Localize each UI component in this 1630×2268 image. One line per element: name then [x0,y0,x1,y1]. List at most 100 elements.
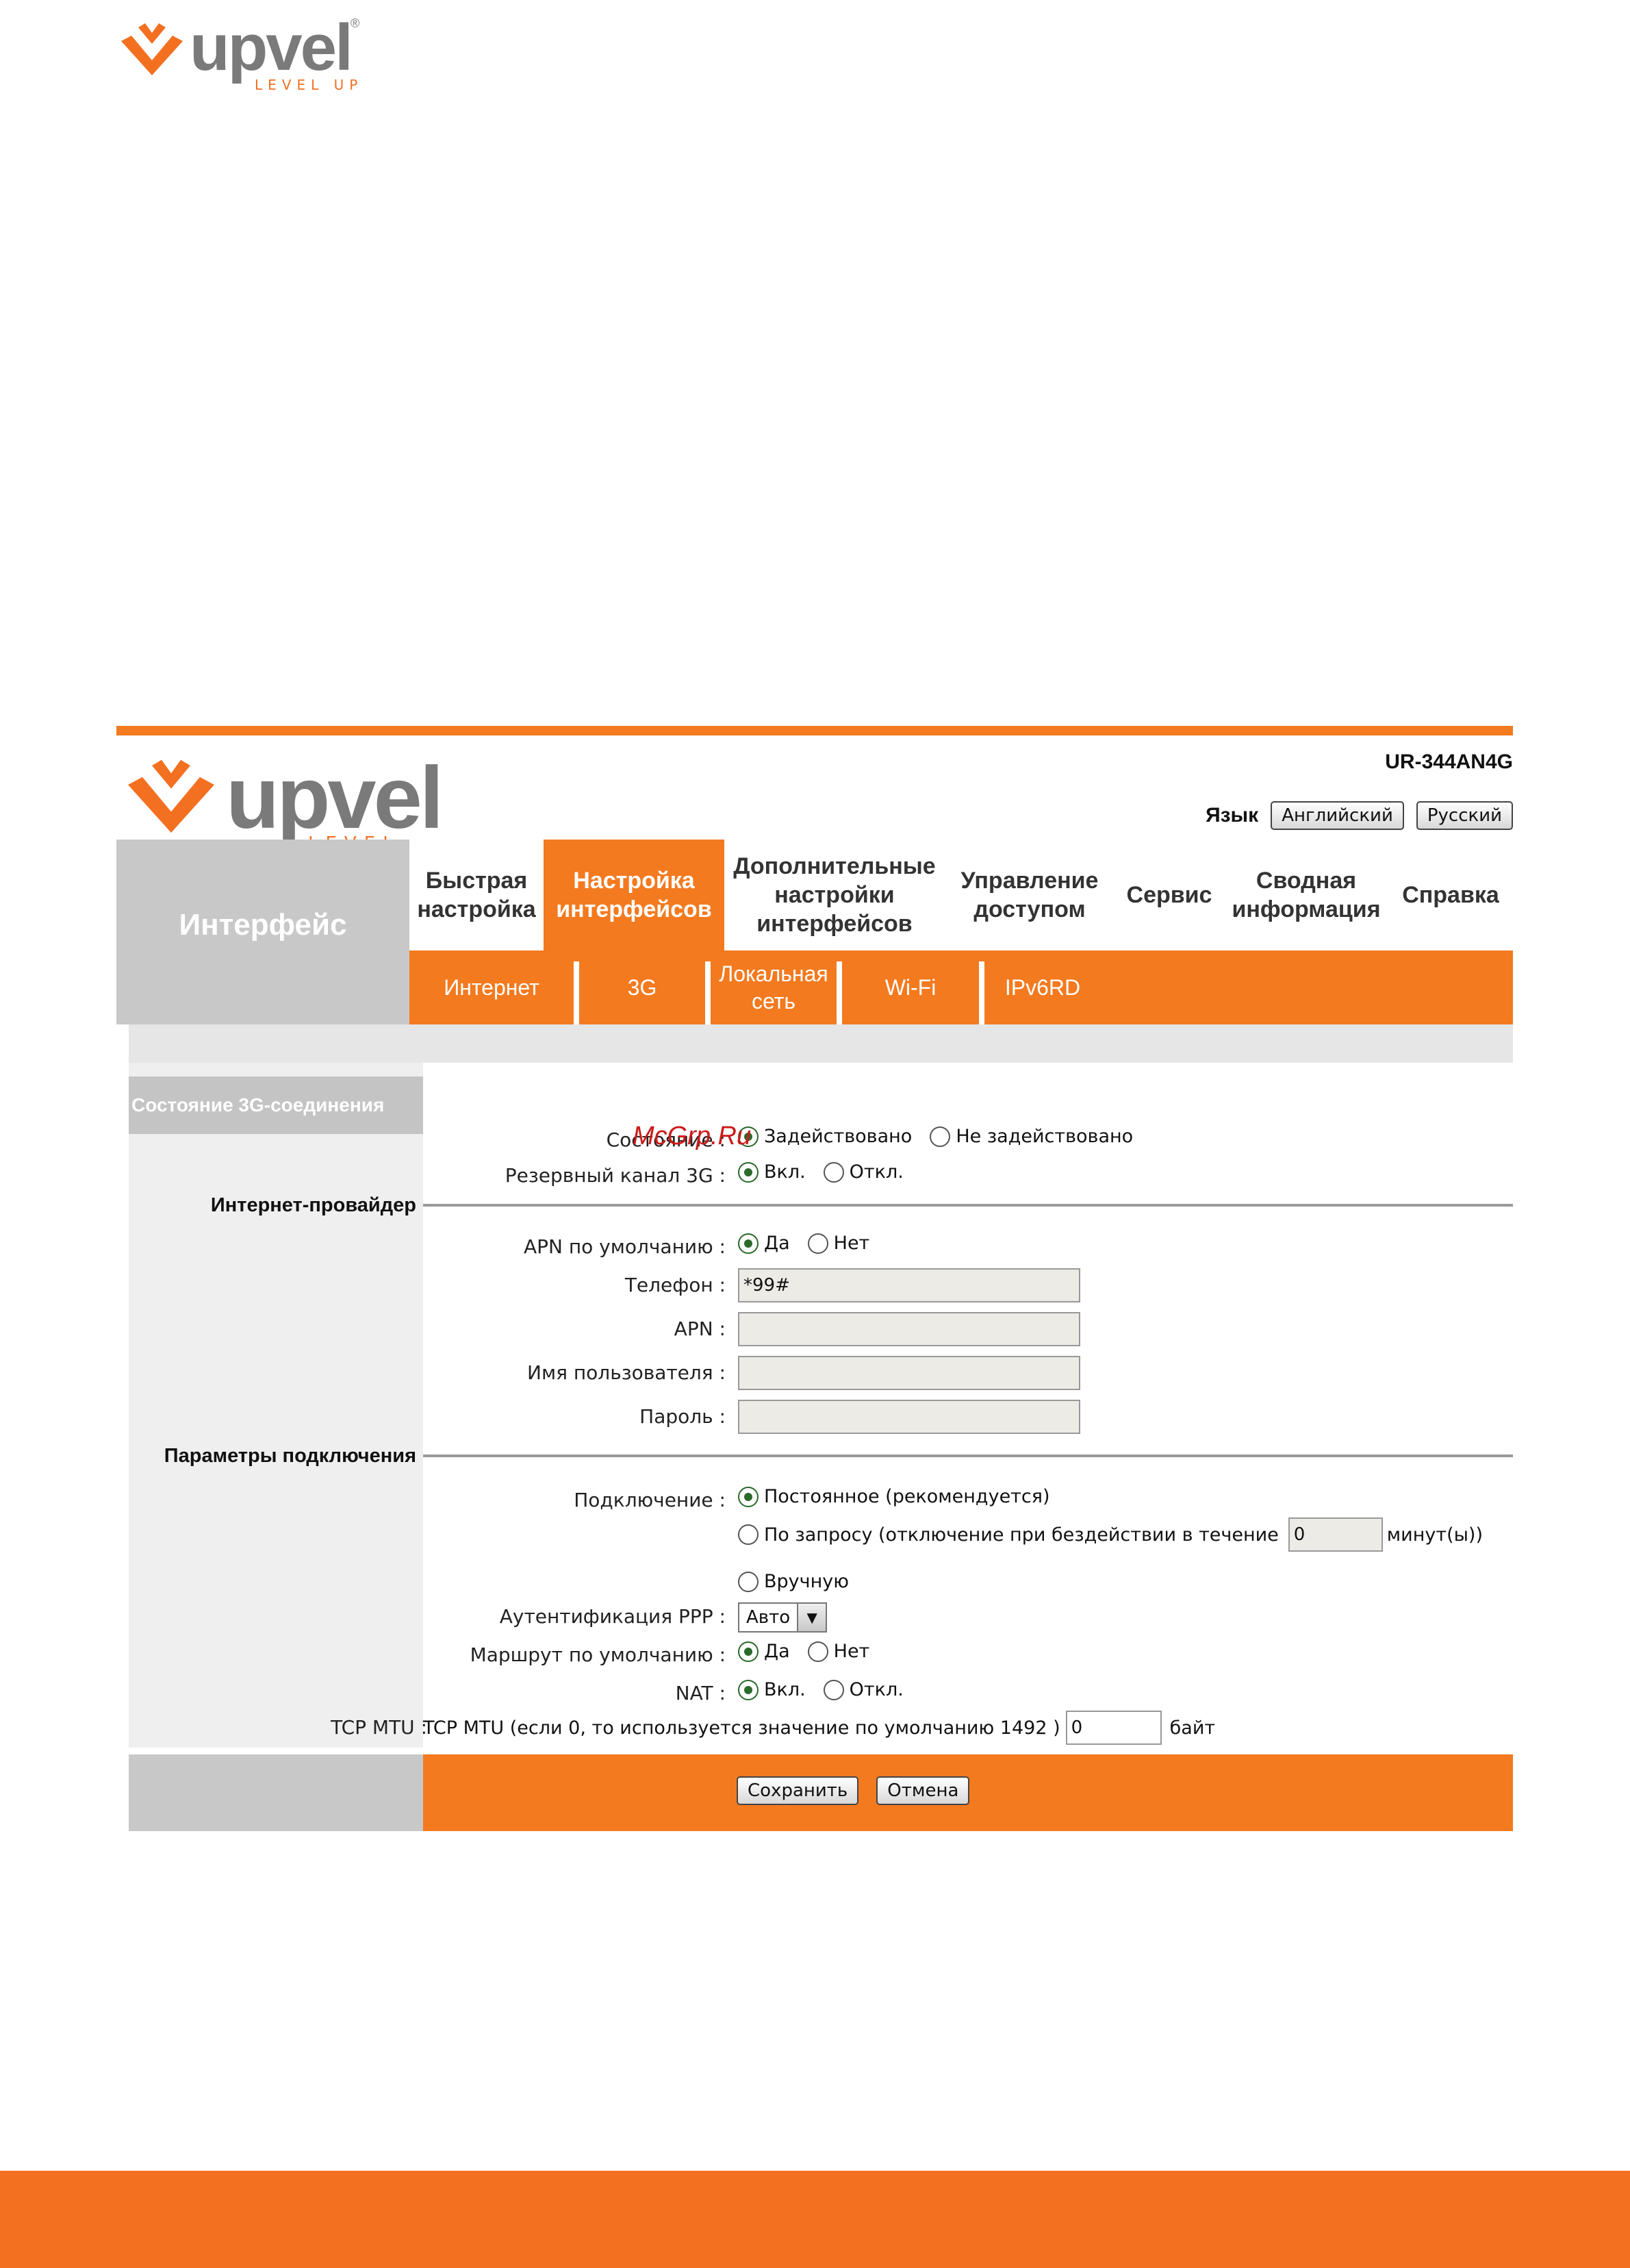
password-input[interactable] [738,1400,1080,1434]
nat-off-radio[interactable] [823,1679,844,1700]
save-button[interactable]: Сохранить [737,1776,859,1805]
language-switcher: Язык Английский Русский [1206,801,1513,830]
default-route-label: Маршрут по умолчанию : [470,1643,726,1666]
isp-section-label: Интернет-провайдер [210,1194,416,1216]
connection-always-label: Постоянное (рекомендуется) [764,1486,1050,1507]
russian-language-button[interactable]: Русский [1416,801,1513,830]
password-row: Пароль : [423,1400,1513,1438]
tcp-mtu-input[interactable]: 0 [1065,1711,1162,1745]
backup-off-label: Откл. [849,1161,904,1183]
language-label: Язык [1206,804,1259,827]
state-disabled-label: Не задействовано [956,1126,1134,1147]
nav-item-interface-setup[interactable]: Настройка интерфейсов [544,840,724,950]
connection-manual-row: Вручную [423,1561,1513,1596]
default-route-yes-label: Да [764,1641,790,1662]
model-name: UR-344AN4G [1385,751,1513,773]
subnav-separator [574,961,579,1024]
apn-default-yes-radio[interactable] [738,1233,759,1254]
default-route-yes-radio[interactable] [738,1641,759,1662]
nav-item-quick-setup[interactable]: Быстрая настройка [409,840,544,950]
nav-item-help[interactable]: Справка [1388,840,1513,950]
phone-label: Телефон : [624,1274,726,1296]
header-logo: upvel LEVEL UP [123,748,444,874]
nat-label: NAT : [675,1682,726,1704]
sub-nav: Интернет 3G Локальная сеть Wi-Fi IPv6RD [409,950,1513,1024]
username-input[interactable] [738,1356,1080,1390]
cancel-button[interactable]: Отмена [876,1776,970,1805]
tcp-mtu-row: TCP MTU : TCP MTU (если 0, то использует… [331,1711,1513,1749]
ppp-auth-row: Аутентификация PPP : Авто ▼ [423,1600,1513,1634]
nat-on-label: Вкл. [764,1679,806,1700]
apn-default-yes-label: Да [764,1233,790,1254]
state-enabled-label: Задействовано [764,1126,913,1147]
ppp-auth-select[interactable]: Авто ▼ [738,1602,828,1633]
tcp-mtu-label: TCP MTU : [331,1716,427,1739]
brand-wordmark: upvel [226,749,444,847]
state-disabled-radio[interactable] [930,1126,951,1147]
nat-on-radio[interactable] [738,1679,759,1700]
default-route-no-radio[interactable] [807,1641,828,1662]
footer-left-panel [129,1754,423,1831]
nav-item-summary[interactable]: Сводная информация [1224,840,1388,950]
connection-divider [423,1454,1513,1457]
nat-row: NAT : Вкл. Откл. [423,1676,1513,1711]
router-ui-screenshot: upvel LEVEL UP UR-344AN4G Язык Английски… [116,726,1513,1835]
top-accent-bar [116,726,1513,735]
content-top-strip [129,1024,1513,1063]
subnav-separator [979,961,984,1024]
upvel-logo-icon [128,759,214,833]
username-label: Имя пользователя : [527,1361,726,1384]
english-language-button[interactable]: Английский [1271,801,1404,830]
form-footer: Сохранить Отмена [423,1754,1513,1831]
phone-row: Телефон : *99# [423,1268,1513,1307]
tab-internet[interactable]: Интернет [409,950,574,1024]
apn-label: APN : [674,1318,726,1340]
main-nav: Быстрая настройка Настройка интерфейсов … [409,840,1513,950]
connection-demand-radio[interactable] [738,1524,759,1545]
tab-3g[interactable]: 3G [579,950,705,1024]
nav-item-advanced-setup[interactable]: Дополнительные настройки интерфейсов [724,840,945,950]
backup-on-radio[interactable] [738,1161,759,1183]
apn-default-row: APN по умолчанию : Да Нет [423,1230,1513,1264]
default-route-no-label: Нет [833,1641,870,1662]
tab-ipv6rd[interactable]: IPv6RD [984,950,1101,1024]
idle-timeout-input[interactable]: 0 [1288,1517,1383,1552]
nav-item-access-management[interactable]: Управление доступом [945,840,1115,950]
document-logo: upvel ® LEVEL UP [118,11,364,93]
connection-demand-label: По запросу (отключение при бездействии в… [764,1524,1279,1546]
tab-lan[interactable]: Локальная сеть [711,950,837,1024]
nav-item-service[interactable]: Сервис [1115,840,1224,950]
status-section-tab: Состояние 3G-соединения [129,1076,423,1134]
nav-section-title: Интерфейс [179,908,347,942]
connection-always-radio[interactable] [738,1486,759,1507]
connection-manual-radio[interactable] [738,1571,759,1592]
tab-wifi[interactable]: Wi-Fi [842,950,979,1024]
apn-default-no-radio[interactable] [807,1233,828,1254]
backup-3g-row: Резервный канал 3G : Вкл. Откл. [423,1159,1513,1193]
ppp-auth-value: Авто [746,1607,791,1628]
apn-default-label: APN по умолчанию : [523,1235,726,1258]
connection-demand-row: По запросу (отключение при бездействии в… [423,1513,1513,1554]
registered-mark: ® [351,16,360,30]
apn-input[interactable] [738,1312,1080,1346]
subnav-separator [705,961,711,1024]
username-row: Имя пользователя : [423,1356,1513,1394]
connection-label: Подключение : [574,1489,726,1511]
brand-tagline: LEVEL UP [255,77,364,93]
tcp-mtu-unit: байт [1169,1717,1216,1739]
ppp-auth-label: Аутентификация PPP : [499,1605,726,1628]
upvel-logo-icon [121,23,183,75]
backup-on-label: Вкл. [764,1161,806,1183]
tcp-mtu-hint: TCP MTU (если 0, то используется значени… [423,1717,1060,1739]
idle-timeout-unit: минут(ы)) [1386,1524,1483,1546]
nav-section-panel: Интерфейс [116,840,409,1024]
brand-wordmark: upvel [190,11,353,84]
backup-off-radio[interactable] [823,1161,844,1183]
apn-default-no-label: Нет [833,1233,870,1254]
phone-input[interactable]: *99# [738,1268,1080,1302]
apn-row: APN : [423,1312,1513,1350]
watermark: McGrp.Ru [633,1122,752,1150]
connection-section-label: Параметры подключения [164,1445,416,1467]
isp-divider [423,1204,1513,1207]
chevron-down-icon[interactable]: ▼ [797,1604,826,1631]
